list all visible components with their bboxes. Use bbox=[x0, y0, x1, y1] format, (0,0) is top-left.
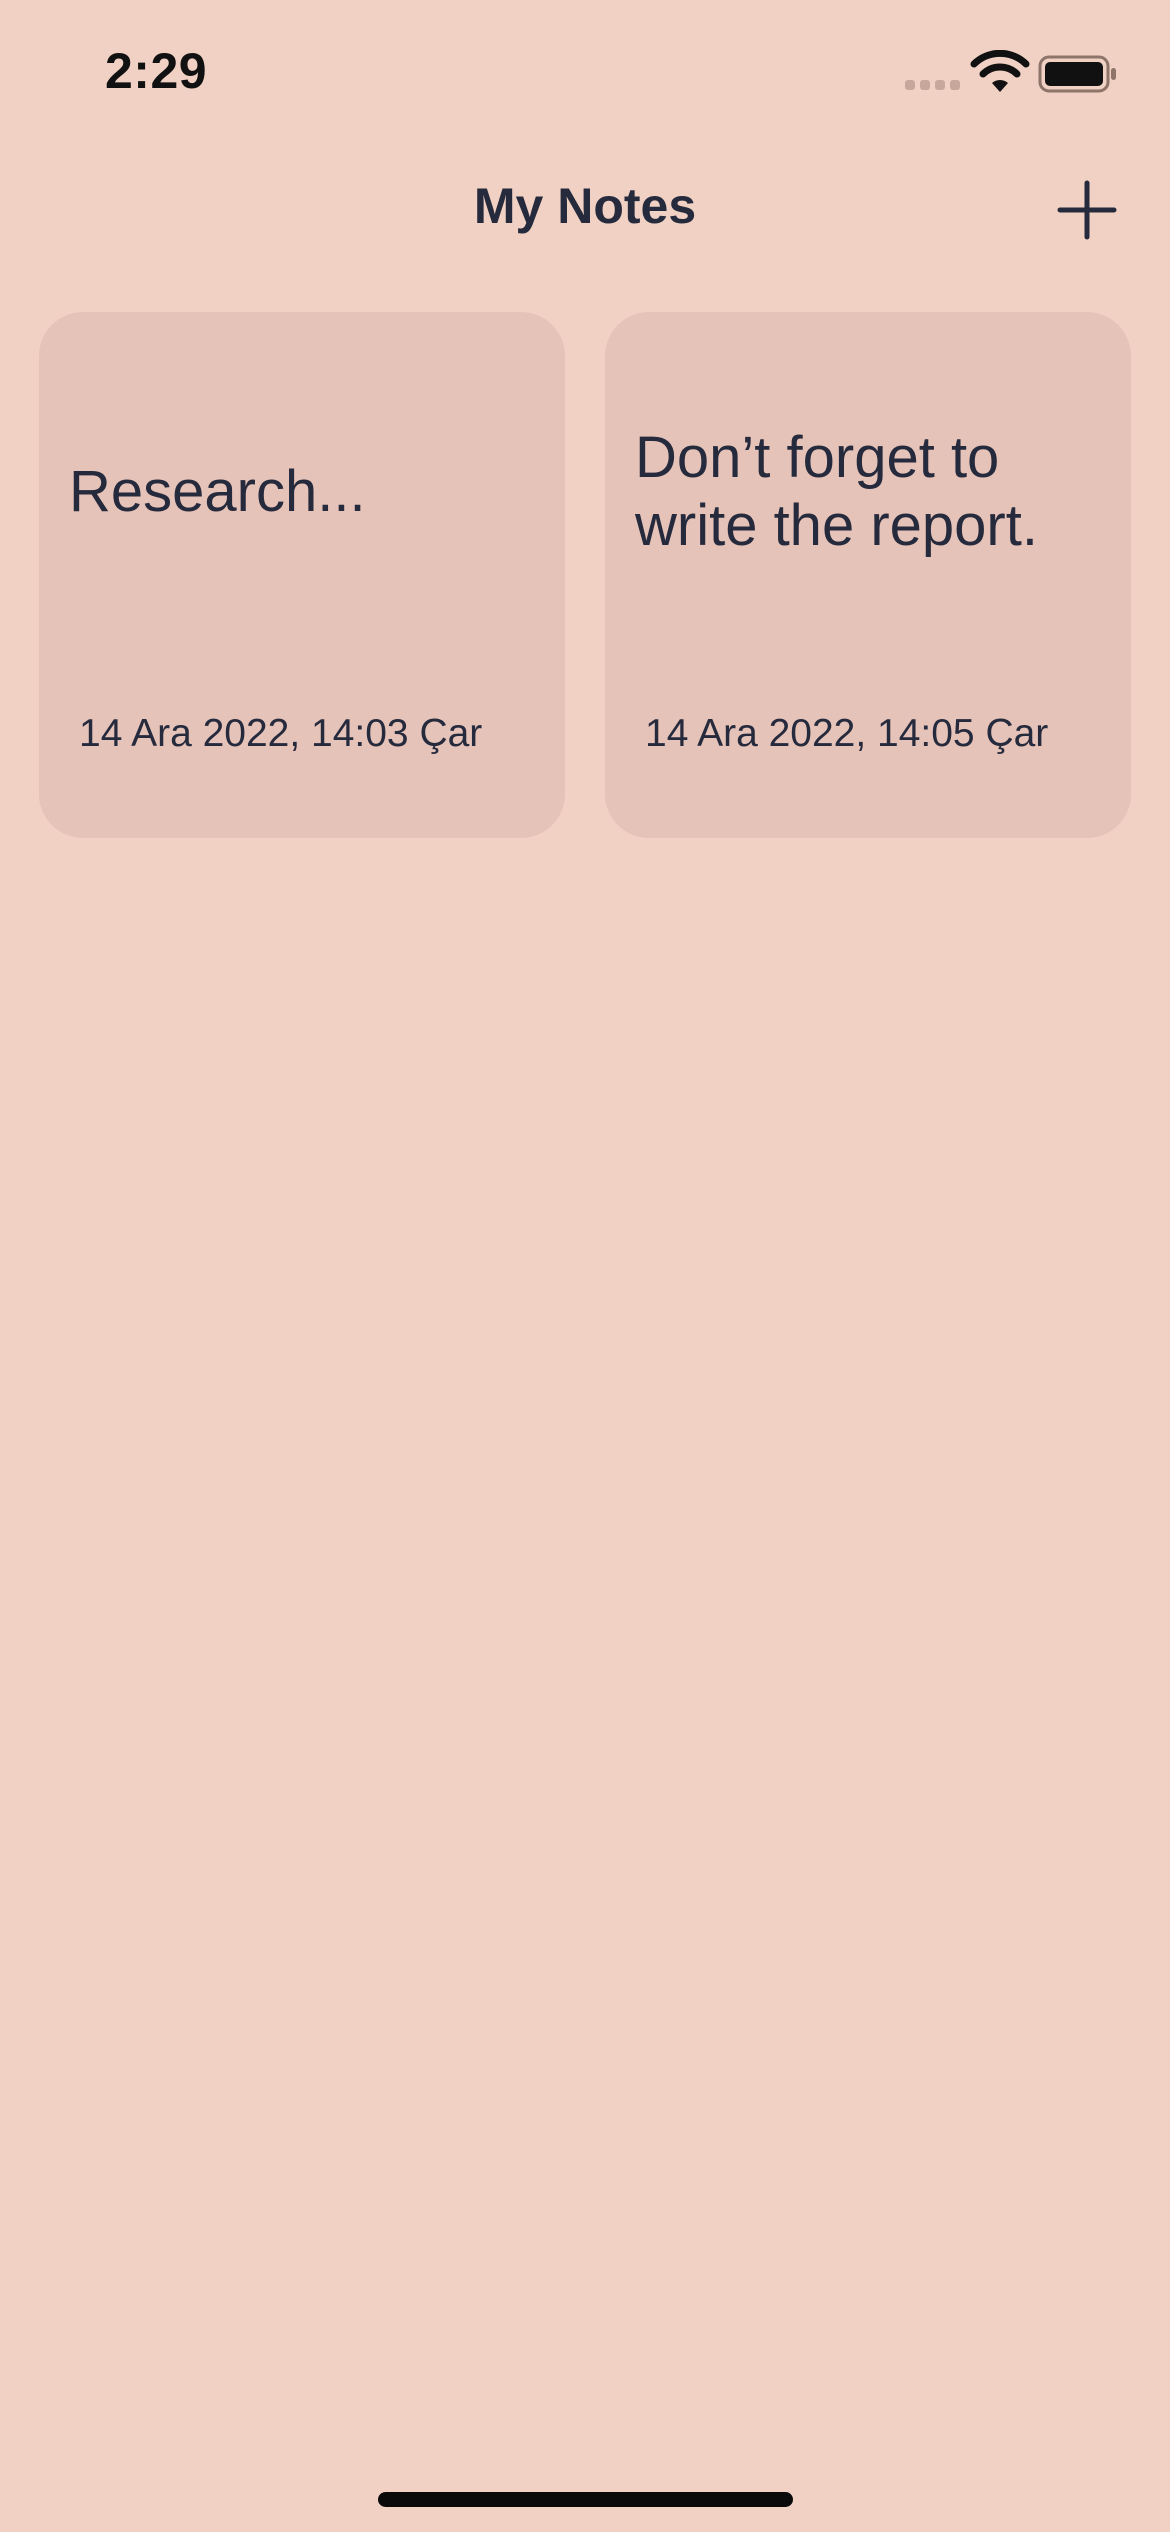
note-text: Research... bbox=[69, 459, 366, 524]
status-time: 2:29 bbox=[105, 43, 208, 99]
note-date: 14 Ara 2022, 14:03 Çar bbox=[79, 712, 483, 755]
battery-icon bbox=[1038, 55, 1116, 93]
wifi-icon bbox=[970, 50, 1030, 92]
status-bar: 2:29 bbox=[0, 0, 1170, 150]
page-title: My Notes bbox=[473, 178, 697, 234]
nav-bar: My Notes bbox=[0, 150, 1170, 270]
note-text: Don’t forget to write the report. bbox=[635, 425, 1038, 558]
add-note-button[interactable] bbox=[1052, 175, 1122, 245]
note-card[interactable]: Don’t forget to write the report. 14 Ara… bbox=[605, 312, 1131, 838]
cellular-signal-icon bbox=[905, 80, 960, 90]
home-indicator[interactable] bbox=[378, 2492, 793, 2507]
note-card[interactable]: Research... 14 Ara 2022, 14:03 Çar bbox=[39, 312, 565, 838]
plus-icon bbox=[1057, 180, 1117, 240]
note-date: 14 Ara 2022, 14:05 Çar bbox=[645, 712, 1049, 755]
